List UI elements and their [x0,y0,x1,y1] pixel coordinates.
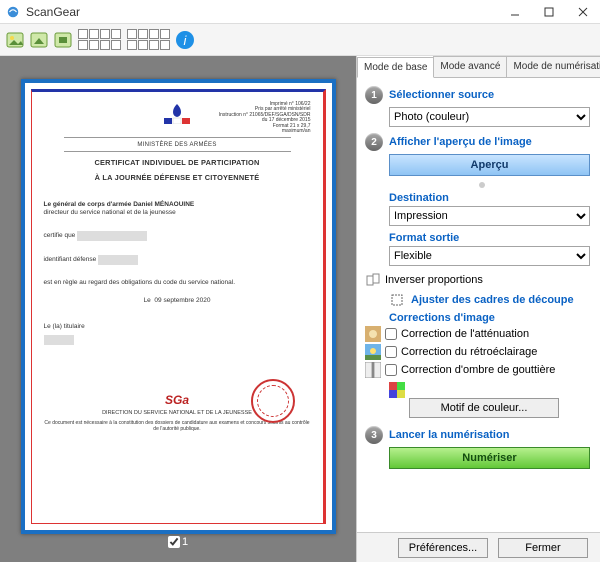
motif-icon [389,382,405,398]
grid-deselect-icon[interactable] [125,27,172,52]
backlight-label: Correction du rétroéclairage [401,346,537,358]
step3-badge: 3 [365,426,383,444]
app-icon [6,5,20,19]
scan-button[interactable]: Numériser [389,447,590,469]
scan-frame[interactable]: Imprimé n° 106/22Pris par arrêté ministé… [21,79,336,534]
thumb-icon-2[interactable] [28,29,50,51]
step2-title: Afficher l'aperçu de l'image [389,136,532,148]
step2-badge: 2 [365,133,383,151]
doc-date: 09 septembre 2020 [154,297,210,304]
thumb-icon-1[interactable] [4,29,26,51]
dest-select[interactable]: Impression [389,206,590,226]
bottom-bar: Préférences... Fermer [357,532,600,562]
minimize-button[interactable] [498,0,532,24]
thumb-icon-3[interactable] [52,29,74,51]
format-title: Format sortie [389,232,590,244]
toolbar: i [0,24,600,56]
preview-pane: Imprimé n° 106/22Pris par arrêté ministé… [0,56,356,562]
format-select[interactable]: Flexible [389,246,590,266]
close-button[interactable] [566,0,600,24]
doc-imprime: Imprimé n° 106/22Pris par arrêté ministé… [190,102,311,135]
invert-label: Inverser proportions [385,274,483,286]
frame-checkbox[interactable]: 1 [168,536,188,548]
doc-ident: identifiant défense [44,256,97,264]
doc-cert-1: CERTIFICAT INDIVIDUEL DE PARTICIPATION [44,158,311,167]
gutter-icon [365,362,381,378]
backlight-checkbox[interactable] [385,346,397,358]
document-preview: Imprimé n° 106/22Pris par arrêté ministé… [31,89,326,524]
tabs: Mode de base Mode avancé Mode de numéris… [357,56,600,78]
tab-auto[interactable]: Mode de numérisation automatique [506,56,600,77]
doc-holder: Le (la) titulaire [44,323,85,330]
info-icon[interactable]: i [174,29,196,51]
preview-button[interactable]: Aperçu [389,154,590,176]
titlebar: ScanGear [0,0,600,24]
tab-advanced[interactable]: Mode avancé [433,56,507,77]
invert-icon[interactable] [365,272,381,288]
side-panel: Mode de base Mode avancé Mode de numéris… [356,56,600,562]
motif-button[interactable]: Motif de couleur... [409,398,559,418]
tab-basic[interactable]: Mode de base [357,57,434,78]
frame-checkbox-input[interactable] [168,536,180,548]
doc-certify: certifie que [44,232,76,240]
stamp-icon [251,379,295,423]
fade-icon [365,326,381,342]
frame-index: 1 [182,536,188,548]
republic-emblem-icon [164,102,190,124]
doc-date-label: Le [144,297,151,304]
fade-label: Correction de l'atténuation [401,328,529,340]
corrections-title: Corrections d'image [389,312,590,324]
fade-checkbox[interactable] [385,328,397,340]
crop-title[interactable]: Ajuster des cadres de découpe [411,294,574,306]
doc-ministry: MINISTÈRE DES ARMÉES [44,142,311,150]
window-title: ScanGear [26,5,498,19]
grid-select-icon[interactable] [76,27,123,52]
doc-general: Le général de corps d'armée Daniel MÉNAO… [44,201,195,208]
doc-rule: est en règle au regard des obligations d… [44,279,311,287]
crop-icon[interactable] [389,292,405,308]
gutter-label: Correction d'ombre de gouttière [401,364,555,376]
backlight-icon [365,344,381,360]
step3-title: Lancer la numérisation [389,429,509,441]
step1-badge: 1 [365,86,383,104]
prefs-button[interactable]: Préférences... [398,538,488,558]
close-panel-button[interactable]: Fermer [498,538,588,558]
doc-cert-2: À LA JOURNÉE DÉFENSE ET CITOYENNETÉ [44,173,311,182]
source-select[interactable]: Photo (couleur) [389,107,590,127]
step1-title: Sélectionner source [389,89,494,101]
dest-title: Destination [389,192,590,204]
maximize-button[interactable] [532,0,566,24]
doc-director: directeur du service national et de la j… [44,209,176,216]
gutter-checkbox[interactable] [385,364,397,376]
